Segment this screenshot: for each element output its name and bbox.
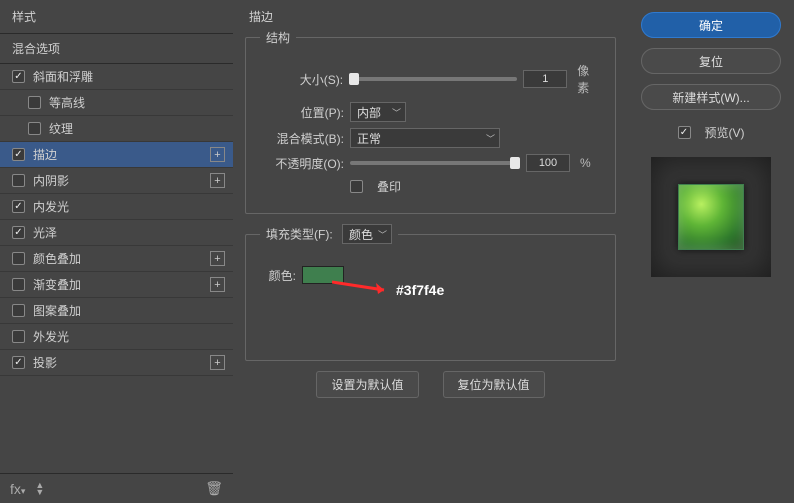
right-panel: 确定 复位 新建样式(W)... 预览(V): [628, 0, 794, 503]
preview-box: [651, 157, 771, 277]
style-label: 颜色叠加: [33, 250, 210, 267]
style-label: 等高线: [49, 94, 225, 111]
panel-title: 描边: [249, 8, 616, 25]
style-checkbox[interactable]: [12, 278, 25, 291]
new-style-button[interactable]: 新建样式(W)...: [641, 84, 781, 110]
style-item-10[interactable]: 外发光: [0, 324, 233, 350]
style-item-2[interactable]: 纹理: [0, 116, 233, 142]
style-item-6[interactable]: 光泽: [0, 220, 233, 246]
style-label: 内发光: [33, 198, 225, 215]
size-slider[interactable]: [349, 77, 517, 81]
position-label: 位置(P):: [260, 104, 344, 121]
style-list: 斜面和浮雕等高线纹理描边+内阴影+内发光光泽颜色叠加+渐变叠加+图案叠加外发光投…: [0, 64, 233, 473]
color-annotation: #3f7f4e: [396, 282, 444, 298]
reset-default-button[interactable]: 复位为默认值: [443, 371, 545, 398]
style-checkbox[interactable]: [12, 148, 25, 161]
style-item-0[interactable]: 斜面和浮雕: [0, 64, 233, 90]
color-swatch[interactable]: [302, 266, 344, 284]
style-label: 光泽: [33, 224, 225, 241]
style-checkbox[interactable]: [28, 96, 41, 109]
position-select[interactable]: 内部: [350, 102, 406, 122]
style-label: 斜面和浮雕: [33, 68, 225, 85]
fx-icon[interactable]: fx▾: [10, 481, 25, 497]
preview-checkbox[interactable]: [678, 126, 691, 139]
style-checkbox[interactable]: [12, 330, 25, 343]
style-label: 图案叠加: [33, 302, 225, 319]
style-label: 内阴影: [33, 172, 210, 189]
color-label: 颜色:: [260, 267, 296, 284]
overprint-checkbox[interactable]: [350, 180, 363, 193]
structure-legend: 结构: [260, 29, 296, 46]
stroke-settings-panel: 描边 结构 大小(S): 像素 位置(P): 内部 混合模式(B): 正常 不透…: [233, 0, 628, 503]
blend-mode-label: 混合模式(B):: [260, 130, 344, 147]
style-item-7[interactable]: 颜色叠加+: [0, 246, 233, 272]
add-effect-icon[interactable]: +: [210, 277, 225, 292]
opacity-input[interactable]: [526, 154, 570, 172]
style-label: 投影: [33, 354, 210, 371]
style-label: 描边: [33, 146, 210, 163]
style-checkbox[interactable]: [12, 200, 25, 213]
style-checkbox[interactable]: [12, 252, 25, 265]
size-input[interactable]: [523, 70, 567, 88]
style-item-3[interactable]: 描边+: [0, 142, 233, 168]
style-item-5[interactable]: 内发光: [0, 194, 233, 220]
style-label: 渐变叠加: [33, 276, 210, 293]
style-item-1[interactable]: 等高线: [0, 90, 233, 116]
blend-options-row[interactable]: 混合选项: [0, 34, 233, 64]
style-item-9[interactable]: 图案叠加: [0, 298, 233, 324]
add-effect-icon[interactable]: +: [210, 147, 225, 162]
trash-icon[interactable]: 🗑: [205, 480, 223, 497]
reset-button[interactable]: 复位: [641, 48, 781, 74]
style-label: 纹理: [49, 120, 225, 137]
add-effect-icon[interactable]: +: [210, 251, 225, 266]
blend-mode-select[interactable]: 正常: [350, 128, 500, 148]
styles-panel: 样式 混合选项 斜面和浮雕等高线纹理描边+内阴影+内发光光泽颜色叠加+渐变叠加+…: [0, 0, 233, 503]
style-checkbox[interactable]: [12, 226, 25, 239]
style-checkbox[interactable]: [12, 304, 25, 317]
opacity-label: 不透明度(O):: [260, 155, 344, 172]
style-checkbox[interactable]: [12, 356, 25, 369]
set-default-button[interactable]: 设置为默认值: [316, 371, 418, 398]
fill-legend: 填充类型(F): 颜色: [260, 224, 398, 244]
size-unit: 像素: [577, 62, 601, 96]
overprint-label: 叠印: [377, 178, 401, 195]
style-checkbox[interactable]: [12, 70, 25, 83]
style-label: 外发光: [33, 328, 225, 345]
preview-swatch: [678, 184, 744, 250]
opacity-slider[interactable]: [350, 161, 520, 165]
structure-fieldset: 结构 大小(S): 像素 位置(P): 内部 混合模式(B): 正常 不透明度(…: [245, 29, 616, 214]
fill-fieldset: 填充类型(F): 颜色 颜色: #3f7f4e: [245, 224, 616, 361]
style-item-11[interactable]: 投影+: [0, 350, 233, 376]
add-effect-icon[interactable]: +: [210, 355, 225, 370]
style-checkbox[interactable]: [28, 122, 41, 135]
style-checkbox[interactable]: [12, 174, 25, 187]
reorder-icon[interactable]: ▲▼: [35, 482, 44, 496]
ok-button[interactable]: 确定: [641, 12, 781, 38]
size-label: 大小(S):: [260, 71, 343, 88]
styles-footer: fx▾ ▲▼ 🗑: [0, 473, 233, 503]
fill-type-select[interactable]: 颜色: [342, 224, 392, 244]
add-effect-icon[interactable]: +: [210, 173, 225, 188]
preview-label: 预览(V): [705, 124, 745, 141]
opacity-unit: %: [580, 156, 591, 170]
style-item-8[interactable]: 渐变叠加+: [0, 272, 233, 298]
styles-header: 样式: [0, 0, 233, 34]
style-item-4[interactable]: 内阴影+: [0, 168, 233, 194]
